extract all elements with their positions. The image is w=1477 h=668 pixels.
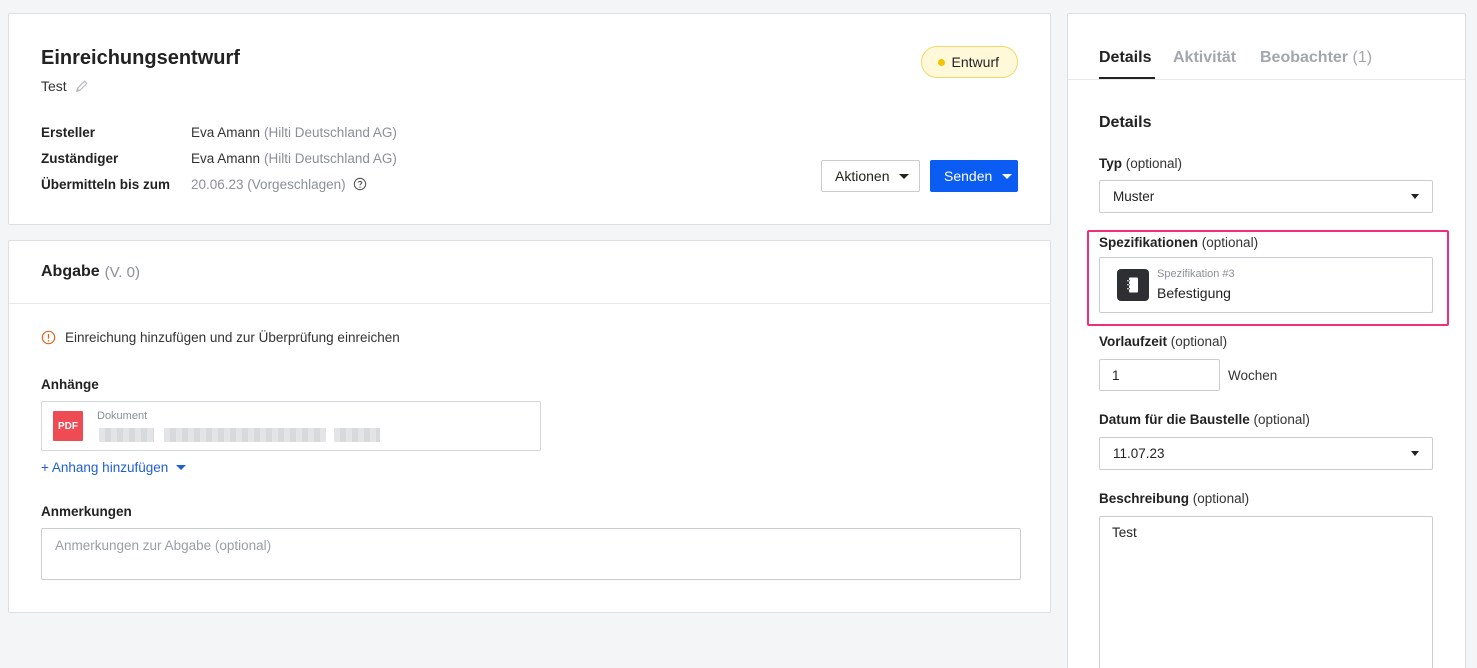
status-dot-icon <box>937 58 945 66</box>
attachment-item[interactable]: PDF Dokument <box>41 401 541 451</box>
attachment-filename-redacted <box>99 428 154 442</box>
submission-notice: Einreichung hinzufügen und zur Überprüfu… <box>41 330 400 345</box>
actions-dropdown-button[interactable]: Aktionen <box>821 160 920 192</box>
active-tab-indicator <box>1099 77 1155 79</box>
creator-name: Eva Amann <box>191 124 261 140</box>
pdf-file-icon: PDF <box>53 411 83 441</box>
type-label: Typ (optional) <box>1099 156 1182 171</box>
site-date-label-text: Datum für die Baustelle <box>1099 412 1250 427</box>
status-badge-label: Entwurf <box>951 54 999 70</box>
specifications-label-text: Spezifikationen <box>1099 235 1199 250</box>
chevron-down-icon <box>176 465 187 470</box>
attachment-filename-redacted <box>164 428 326 442</box>
submission-header-card: Einreichungsentwurf Test Entwurf Erstell… <box>8 13 1051 225</box>
panel-tabs: Details Aktivität Beobachter (1) <box>1068 14 1465 80</box>
submission-title: Abgabe <box>41 263 100 280</box>
creator-row: Ersteller Eva Amann (Hilti Deutschland A… <box>41 119 397 145</box>
add-attachment-label: + Anhang hinzufügen <box>41 460 169 475</box>
site-date-label: Datum für die Baustelle (optional) <box>1099 412 1310 427</box>
help-circle-icon[interactable] <box>353 177 367 191</box>
chevron-down-icon <box>1002 173 1013 179</box>
submission-name: Test <box>41 78 89 94</box>
description-textarea[interactable]: Test <box>1099 516 1433 668</box>
notes-textarea[interactable]: Anmerkungen zur Abgabe (optional) <box>41 528 1021 580</box>
chevron-down-icon <box>1411 451 1419 456</box>
submission-card: Abgabe (V. 0) Einreichung hinzufügen und… <box>8 240 1051 613</box>
assignee-value: Eva Amann (Hilti Deutschland AG) <box>191 151 397 166</box>
site-date-select[interactable]: 11.07.23 <box>1099 437 1433 470</box>
type-select[interactable]: Muster <box>1099 180 1433 213</box>
specification-item[interactable]: Spezifikation #3 Befestigung <box>1099 257 1433 313</box>
type-optional: (optional) <box>1125 156 1183 171</box>
description-label-text: Beschreibung <box>1099 491 1190 506</box>
page-title: Einreichungsentwurf <box>41 47 240 69</box>
specifications-label: Spezifikationen (optional) <box>1099 235 1258 250</box>
tab-watchers-count: (1) <box>1352 49 1373 66</box>
send-button-label: Senden <box>944 168 993 184</box>
due-date-label: Übermitteln bis zum <box>41 176 171 192</box>
due-date-row: Übermitteln bis zum 20.06.23 (Vorgeschla… <box>41 171 397 197</box>
specification-number: Spezifikation #3 <box>1157 268 1235 280</box>
assignee-org: (Hilti Deutschland AG) <box>264 150 397 166</box>
notebook-icon <box>1117 269 1149 301</box>
description-label: Beschreibung (optional) <box>1099 491 1249 506</box>
creator-org: (Hilti Deutschland AG) <box>264 124 397 140</box>
due-date-value: 20.06.23 (Vorgeschlagen) <box>191 177 367 192</box>
lead-time-label-text: Vorlaufzeit <box>1099 334 1168 349</box>
creator-label: Ersteller <box>41 124 96 140</box>
description-optional: (optional) <box>1192 491 1250 506</box>
chevron-down-icon <box>1411 194 1419 199</box>
send-button[interactable]: Senden <box>930 160 1018 192</box>
meta-info: Ersteller Eva Amann (Hilti Deutschland A… <box>41 119 397 197</box>
status-badge: Entwurf <box>920 46 1018 78</box>
tab-watchers-label: Beobachter <box>1260 49 1349 66</box>
type-label-text: Typ <box>1099 156 1122 171</box>
attachment-type-label: Dokument <box>97 410 148 422</box>
submission-version: (V. 0) <box>104 263 140 281</box>
lead-time-unit: Wochen <box>1228 368 1278 383</box>
specification-name: Befestigung <box>1157 285 1231 301</box>
type-select-value: Muster <box>1113 189 1155 204</box>
lead-time-input[interactable]: 1 <box>1099 359 1220 391</box>
lead-time-label: Vorlaufzeit (optional) <box>1099 334 1227 349</box>
warning-circle-icon <box>41 330 56 345</box>
assignee-label: Zuständiger <box>41 150 119 166</box>
assignee-row: Zuständiger Eva Amann (Hilti Deutschland… <box>41 145 397 171</box>
tab-activity[interactable]: Aktivität <box>1173 49 1236 67</box>
assignee-name: Eva Amann <box>191 150 261 166</box>
add-attachment-link[interactable]: + Anhang hinzufügen <box>41 460 187 475</box>
edit-pencil-icon[interactable] <box>75 79 89 93</box>
notes-label: Anmerkungen <box>41 504 132 519</box>
submission-name-text: Test <box>41 78 67 94</box>
submission-card-header: Abgabe (V. 0) <box>9 241 1050 304</box>
actions-button-label: Aktionen <box>835 168 890 184</box>
submission-notice-text: Einreichung hinzufügen und zur Überprüfu… <box>65 330 400 345</box>
chevron-down-icon <box>899 173 910 179</box>
specifications-optional: (optional) <box>1201 235 1259 250</box>
creator-value: Eva Amann (Hilti Deutschland AG) <box>191 125 397 140</box>
details-heading: Details <box>1099 114 1152 131</box>
site-date-optional: (optional) <box>1253 412 1310 427</box>
details-panel: Details Aktivität Beobachter (1) Details… <box>1067 13 1466 668</box>
attachments-label: Anhänge <box>41 377 99 392</box>
tab-details[interactable]: Details <box>1099 49 1151 67</box>
tab-watchers[interactable]: Beobachter (1) <box>1260 49 1372 67</box>
due-date-text: 20.06.23 (Vorgeschlagen) <box>191 176 346 192</box>
site-date-value: 11.07.23 <box>1113 446 1165 461</box>
lead-time-optional: (optional) <box>1170 334 1228 349</box>
attachment-filename-redacted <box>334 428 380 442</box>
